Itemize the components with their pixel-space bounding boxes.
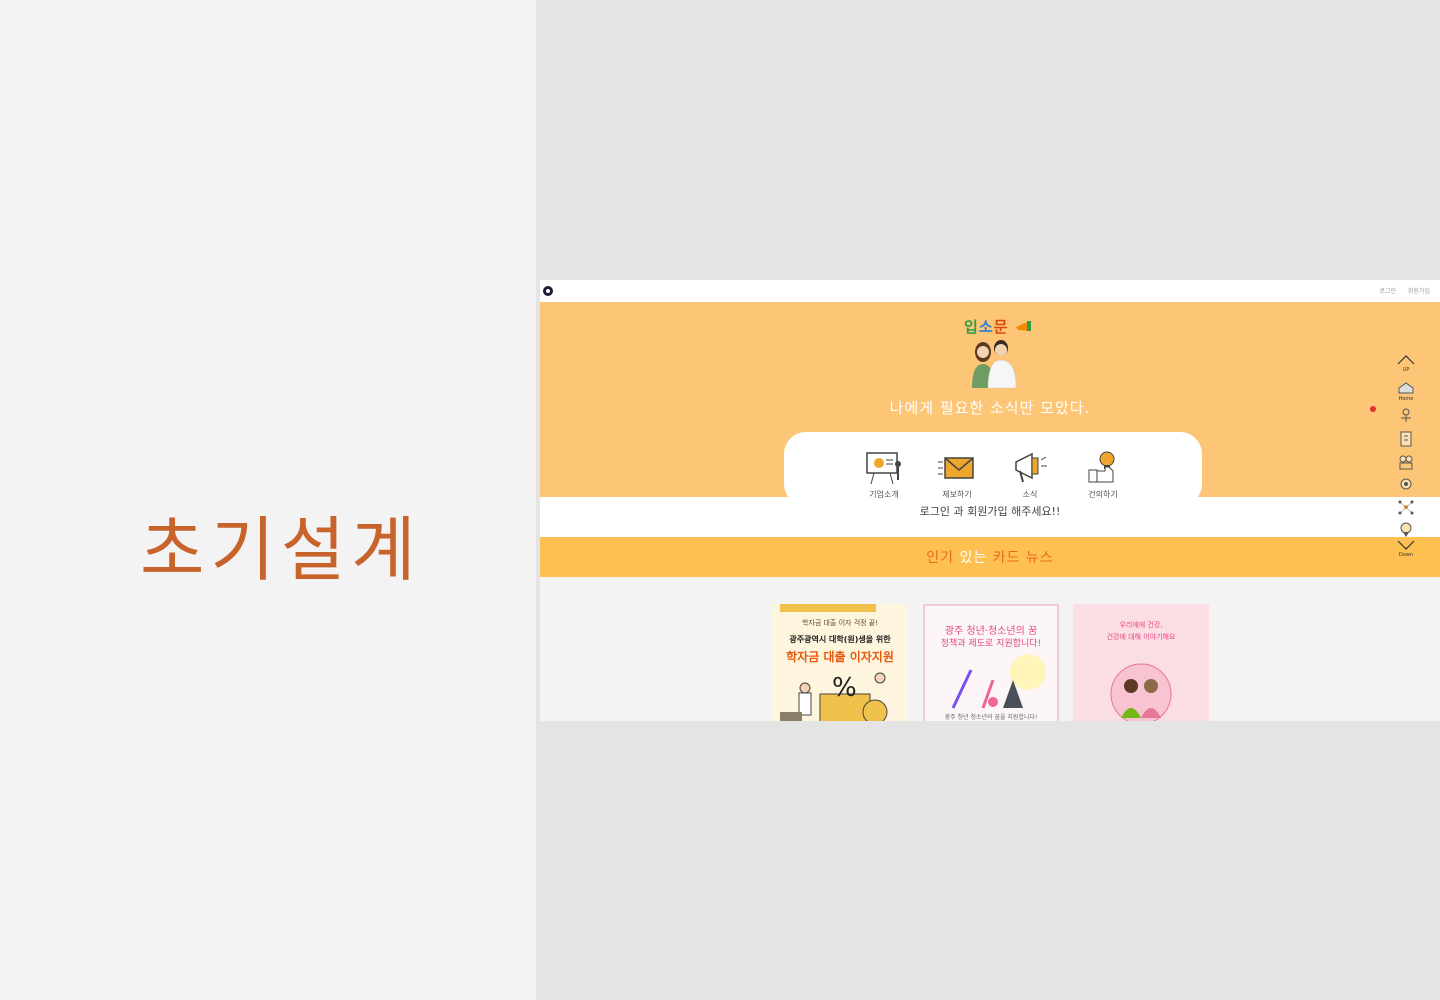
card-script: 학자금 대출 이자 걱정 끝! — [801, 619, 879, 627]
menu-report[interactable]: 제보하기 — [927, 450, 987, 500]
login-link[interactable]: 로그인 — [1379, 288, 1396, 295]
scroll-down-label: Down — [1398, 552, 1414, 558]
group-icon — [1399, 455, 1413, 470]
menu-suggest[interactable]: 건의하기 — [1073, 450, 1133, 500]
menu-company-label: 기업소개 — [869, 490, 899, 499]
quick-menu-item[interactable] — [1390, 453, 1422, 473]
card-top-strip — [780, 604, 876, 612]
home-button[interactable]: Home — [1390, 382, 1422, 402]
card-news-item[interactable]: 우리에에 건강, 건강에 대해 이야기해요 — [1073, 604, 1209, 721]
card-news-title-part-2: 있는 — [954, 550, 993, 566]
card-news-item[interactable]: 학자금 대출 이자 걱정 끝! 광주광역시 대학(원)생을 위한 학자금 대출 … — [772, 604, 908, 721]
brand-logo[interactable]: 입소문 — [964, 316, 1033, 337]
person-icon — [1401, 408, 1411, 422]
chevron-down-icon — [1397, 540, 1415, 550]
top-links: 로그인 회원가입 — [1369, 286, 1430, 295]
card-news-list: ‹ › 학자금 대출 이자 걱정 끝! 광주광역시 대학(원)생을 위한 학자금… — [540, 577, 1440, 721]
network-icon — [1398, 500, 1414, 515]
card-news-title: 인기 있는 카드 뉴스 — [540, 547, 1440, 567]
megaphone-icon — [1015, 318, 1033, 336]
scroll-up-label: UP — [1402, 367, 1410, 373]
card-kicker: 광주광역시 대학(원)생을 위한 — [789, 635, 891, 644]
menu-report-label: 제보하기 — [942, 490, 972, 499]
card-news-title-part-1: 인기 — [926, 550, 955, 566]
title-panel: 초기설계 — [0, 0, 536, 1000]
home-label: Home — [1398, 396, 1414, 402]
site-topbar: 로그인 회원가입 — [540, 280, 1440, 302]
slide-title: 초기설계 — [140, 509, 422, 591]
main-menu-card: 기업소개 제보하기 소식 건의하기 — [784, 432, 1202, 506]
lightbulb-thumbs-up-icon — [1088, 451, 1115, 483]
cursor-icon — [1370, 406, 1376, 412]
brand-char-2: 소 — [978, 318, 994, 336]
card-news-item[interactable]: 광주 청년·청소년의 꿈 정책과 제도로 지원합니다! 광주 청년 청소년의 꿈… — [923, 604, 1059, 721]
card-headline: 학자금 대출 이자지원 — [786, 650, 894, 664]
quick-menu-item[interactable] — [1390, 521, 1422, 541]
scroll-down-button[interactable]: Down — [1390, 540, 1422, 558]
menu-suggest-label: 건의하기 — [1088, 490, 1118, 499]
menu-news[interactable]: 소식 — [1000, 450, 1060, 500]
couple-illustration — [972, 340, 1017, 388]
signup-link[interactable]: 회원가입 — [1408, 288, 1430, 295]
badge-icon — [1400, 522, 1412, 537]
menu-company[interactable]: 기업소개 — [854, 450, 914, 500]
svg-text:%: % — [832, 673, 857, 703]
envelope-icon — [938, 457, 974, 479]
presentation-board-icon — [866, 452, 901, 485]
quick-menu-item[interactable] — [1390, 430, 1422, 450]
culture-icon — [1400, 478, 1412, 490]
site-logo-icon[interactable] — [543, 286, 553, 296]
card-headline: 우리에에 건강, — [1119, 621, 1163, 629]
quick-menu-item[interactable] — [1390, 407, 1422, 427]
scroll-up-button[interactable]: UP — [1390, 355, 1422, 373]
card-footer: 광주 청년 청소년의 꿈을 지원합니다! — [944, 714, 1038, 721]
quick-menu-item[interactable] — [1390, 499, 1422, 519]
youth-illustration — [951, 654, 1046, 709]
home-icon — [1398, 382, 1414, 394]
chevron-up-icon — [1397, 355, 1415, 365]
building-icon — [1400, 431, 1412, 447]
quick-menu-item[interactable] — [1390, 476, 1422, 496]
health-illustration — [1110, 663, 1172, 721]
card-sub: 정책과 제도로 지원합니다! — [940, 639, 1042, 649]
brand-char-3: 문 — [993, 318, 1009, 336]
login-prompt: 로그인 과 회원가입 해주세요!! — [919, 505, 1061, 518]
hero-tagline: 나에게 필요한 소식만 모았다. — [889, 399, 1091, 417]
website-screenshot: 로그인 회원가입 입소문 나에게 필요한 소식만 모았다. 기업소개 제보하기 … — [540, 280, 1440, 721]
menu-news-label: 소식 — [1022, 490, 1038, 499]
megaphone-icon — [1015, 452, 1047, 483]
card-news-title-part-3: 카드 뉴스 — [992, 550, 1054, 566]
brand-char-1: 입 — [964, 318, 979, 336]
loan-illustration: % — [780, 672, 888, 721]
card-sub: 건강에 대해 이야기해요 — [1106, 633, 1176, 641]
card-headline: 광주 청년·청소년의 꿈 — [944, 626, 1038, 637]
